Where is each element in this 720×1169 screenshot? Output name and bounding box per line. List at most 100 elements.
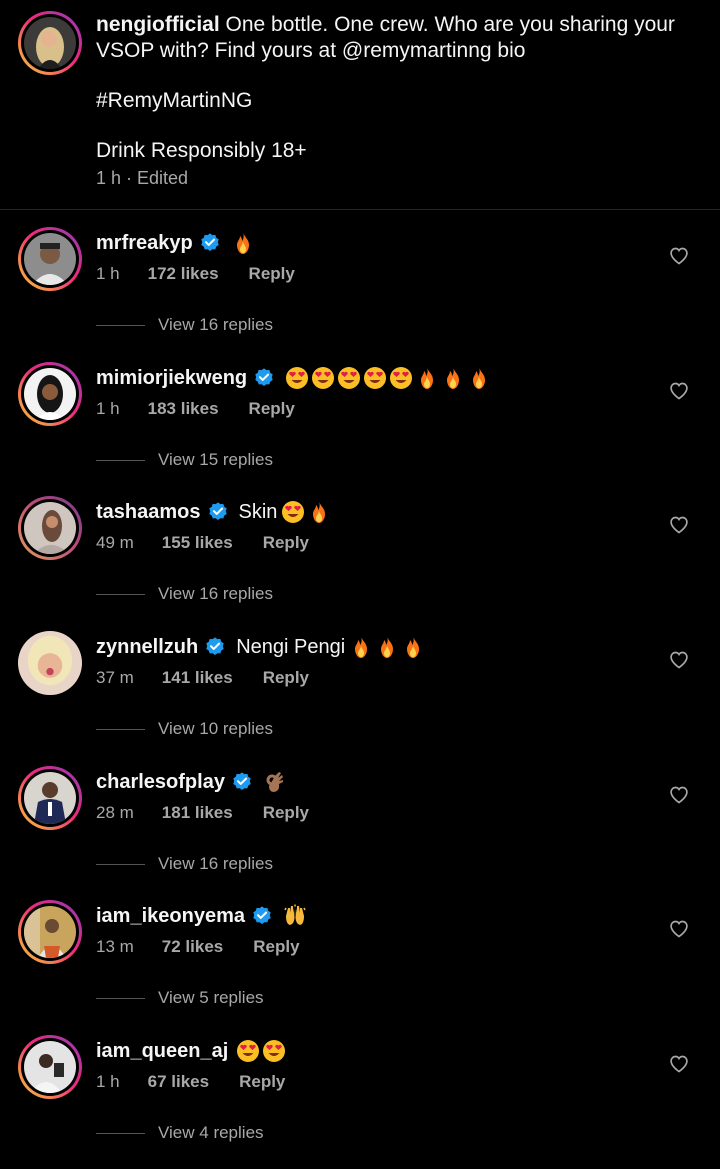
heart-eyes-emoji-icon — [337, 366, 361, 390]
reply-button[interactable]: Reply — [263, 668, 309, 688]
verified-badge-icon — [207, 501, 229, 523]
verified-badge-icon — [251, 905, 273, 927]
comment-likes[interactable]: 172 likes — [148, 264, 219, 284]
comment-meta: 49 m 155 likes Reply — [96, 532, 309, 554]
comment-line: iam_ikeonyema — [96, 902, 307, 930]
heart-outline-icon[interactable] — [669, 246, 689, 266]
fire-emoji-icon — [349, 635, 373, 659]
comment-item: iam_queen_aj 1 h 67 likes Reply View 4 repli… — [0, 1035, 720, 1169]
reply-button[interactable]: Reply — [249, 399, 295, 419]
caption-hashtag[interactable]: #RemyMartinNG — [96, 88, 696, 114]
commenter-avatar[interactable] — [18, 766, 82, 830]
avatar-image — [24, 233, 76, 285]
comment-meta: 1 h 67 likes Reply — [96, 1071, 285, 1093]
fire-emoji-icon — [401, 635, 425, 659]
fire-emoji-icon — [441, 366, 465, 390]
replies-rule — [96, 1132, 145, 1134]
comment-line: mimiorjiekweng — [96, 364, 491, 392]
heart-outline-icon[interactable] — [669, 919, 689, 939]
commenter-avatar[interactable] — [18, 496, 82, 560]
caption-note: Drink Responsibly 18+ — [96, 139, 307, 162]
commenter-avatar[interactable] — [18, 362, 82, 426]
heart-outline-icon[interactable] — [669, 650, 689, 670]
replies-rule — [96, 593, 145, 595]
view-replies-label: View 10 replies — [158, 719, 273, 738]
avatar-image — [18, 631, 82, 695]
verified-badge-icon — [253, 367, 275, 389]
replies-rule — [96, 459, 145, 461]
caption-username[interactable]: nengiofficial — [96, 13, 220, 36]
commenter-avatar[interactable] — [18, 1035, 82, 1099]
replies-rule — [96, 863, 145, 865]
view-replies-button[interactable]: View 16 replies — [96, 314, 273, 336]
avatar-image — [24, 368, 76, 420]
comment-item: charlesofplay 28 m 181 likes Reply View 16 r… — [0, 766, 720, 900]
commenter-avatar[interactable] — [18, 900, 82, 964]
heart-eyes-emoji-icon — [389, 366, 413, 390]
view-replies-button[interactable]: View 5 replies — [96, 987, 264, 1009]
comment-line: zynnellzuh Nengi Pengi — [96, 633, 425, 661]
comment-likes[interactable]: 72 likes — [162, 937, 223, 957]
view-replies-label: View 16 replies — [158, 315, 273, 334]
reply-button[interactable]: Reply — [253, 937, 299, 957]
comment-line: mrfreakyp — [96, 229, 255, 257]
comment-time: 13 m — [96, 937, 134, 956]
heart-outline-icon[interactable] — [669, 785, 689, 805]
view-replies-label: View 4 replies — [158, 1123, 264, 1142]
reply-button[interactable]: Reply — [249, 264, 295, 284]
comment-likes[interactable]: 155 likes — [162, 533, 233, 553]
comment-item: mimiorjiekweng 1 h 183 likes Reply View 15 r… — [0, 362, 720, 496]
heart-eyes-emoji-icon — [311, 366, 335, 390]
comment-item: iam_ikeonyema 13 m 72 likes Reply View 5 rep… — [0, 900, 720, 1034]
comment-meta: 1 h 183 likes Reply — [96, 398, 295, 420]
caption-body: nengiofficial One bottle. One crew. Who … — [96, 12, 696, 164]
replies-rule — [96, 997, 145, 999]
comment-username[interactable]: iam_queen_aj — [96, 1040, 228, 1063]
fire-emoji-icon — [415, 366, 439, 390]
comment-likes[interactable]: 181 likes — [162, 803, 233, 823]
comment-username[interactable]: mimiorjiekweng — [96, 367, 247, 390]
heart-outline-icon[interactable] — [669, 515, 689, 535]
avatar-image — [24, 17, 76, 69]
comment-username[interactable]: charlesofplay — [96, 771, 225, 794]
heart-eyes-emoji-icon — [262, 1039, 286, 1063]
comment-username[interactable]: mrfreakyp — [96, 232, 193, 255]
fire-emoji-icon — [467, 366, 491, 390]
avatar-image — [24, 906, 76, 958]
raised-hands-emoji-icon — [283, 904, 307, 928]
avatar-image — [24, 502, 76, 554]
fire-emoji-icon — [307, 500, 331, 524]
comment-item: mrfreakyp 1 h 172 likes Reply View 16 replie… — [0, 227, 720, 361]
comment-username[interactable]: iam_ikeonyema — [96, 905, 245, 928]
comment-likes[interactable]: 183 likes — [148, 399, 219, 419]
commenter-avatar[interactable] — [18, 631, 82, 695]
heart-outline-icon[interactable] — [669, 381, 689, 401]
comment-likes[interactable]: 141 likes — [162, 668, 233, 688]
heart-eyes-emoji-icon — [281, 500, 305, 524]
view-replies-button[interactable]: View 16 replies — [96, 853, 273, 875]
comment-username[interactable]: tashaamos — [96, 501, 201, 524]
view-replies-button[interactable]: View 4 replies — [96, 1122, 264, 1144]
view-replies-button[interactable]: View 15 replies — [96, 449, 273, 471]
comment-time: 1 h — [96, 264, 120, 283]
view-replies-button[interactable]: View 16 replies — [96, 583, 273, 605]
caption-main: nengiofficial One bottle. One crew. Who … — [96, 12, 696, 64]
comment-line: iam_queen_aj — [96, 1037, 286, 1065]
comment-emojis — [231, 231, 255, 255]
reply-button[interactable]: Reply — [239, 1072, 285, 1092]
comment-meta: 28 m 181 likes Reply — [96, 802, 309, 824]
reply-button[interactable]: Reply — [263, 533, 309, 553]
view-replies-button[interactable]: View 10 replies — [96, 718, 273, 740]
heart-outline-icon[interactable] — [669, 1054, 689, 1074]
comment-line: charlesofplay — [96, 768, 287, 796]
heart-eyes-emoji-icon — [363, 366, 387, 390]
reply-button[interactable]: Reply — [263, 803, 309, 823]
verified-badge-icon — [204, 636, 226, 658]
comment-username[interactable]: zynnellzuh — [96, 636, 198, 659]
comment-time: 28 m — [96, 803, 134, 822]
caption-avatar[interactable] — [18, 11, 82, 75]
fire-emoji-icon — [375, 635, 399, 659]
commenter-avatar[interactable] — [18, 227, 82, 291]
comment-likes[interactable]: 67 likes — [148, 1072, 209, 1092]
view-replies-label: View 15 replies — [158, 450, 273, 469]
